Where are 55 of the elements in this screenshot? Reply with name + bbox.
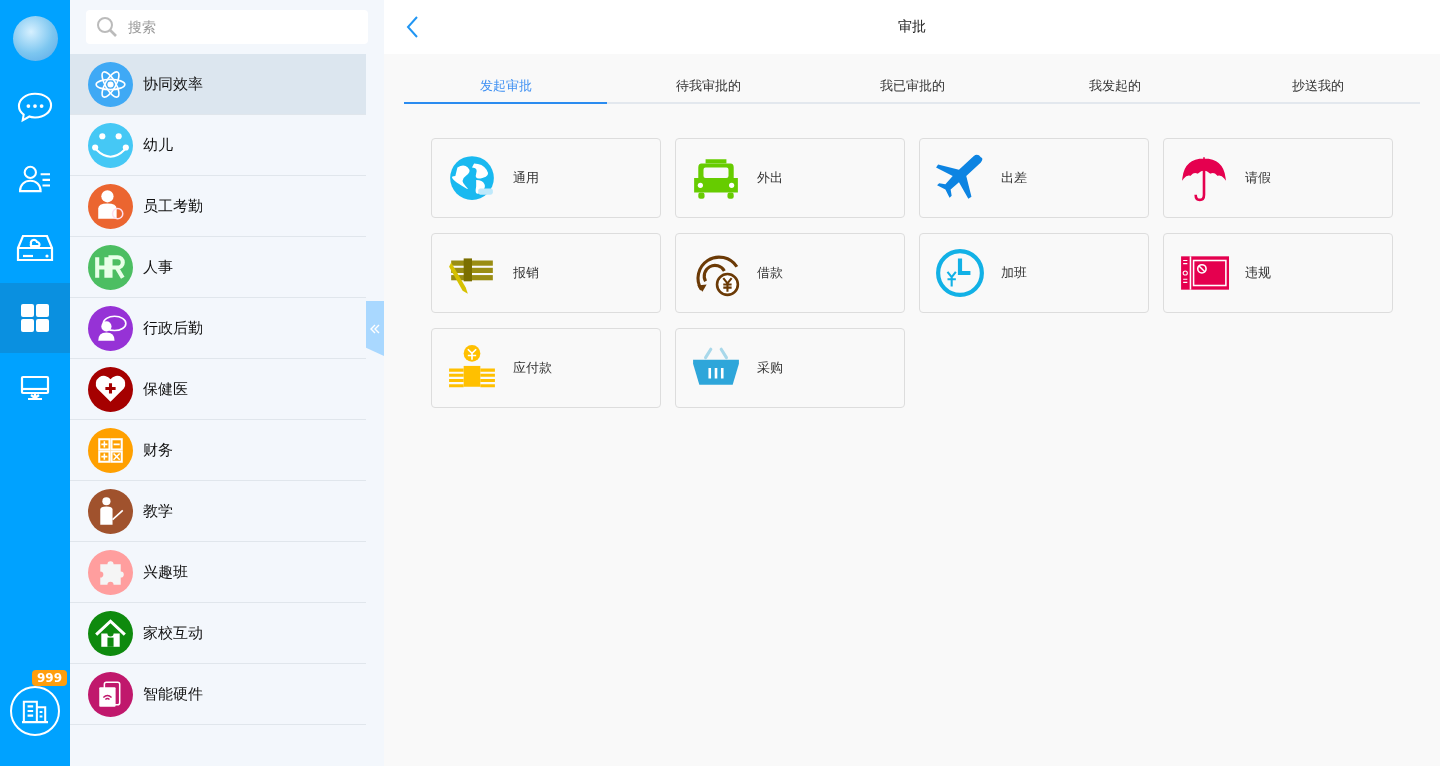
approval-type-card[interactable]: 通用 xyxy=(431,138,661,218)
category-label: 员工考勤 xyxy=(143,196,203,216)
app-category-item[interactable]: 智能硬件 xyxy=(70,664,366,725)
globe-icon xyxy=(447,153,497,203)
avatar[interactable] xyxy=(12,16,58,61)
app-category-item[interactable]: 兴趣班 xyxy=(70,542,366,603)
rail-nav-button[interactable] xyxy=(0,283,70,353)
approval-type-card[interactable]: 请假 xyxy=(1163,138,1393,218)
category-label: 行政后勤 xyxy=(143,318,203,338)
clock-yen-icon xyxy=(935,248,985,298)
app-category-item[interactable]: 幼儿 xyxy=(70,115,366,176)
app-category-item[interactable]: 协同效率 xyxy=(70,54,366,115)
page-title: 审批 xyxy=(898,18,926,36)
monitor-icon xyxy=(20,375,50,401)
app-category-item[interactable]: 财务 xyxy=(70,420,366,481)
app-category-item[interactable]: 教学 xyxy=(70,481,366,542)
app-grid-icon xyxy=(21,304,49,332)
approval-type-card[interactable]: 加班 xyxy=(919,233,1149,313)
app-category-item[interactable]: 人事 xyxy=(70,237,366,298)
category-label: 兴趣班 xyxy=(143,562,188,582)
back-button[interactable] xyxy=(406,16,418,38)
category-label: 人事 xyxy=(143,257,173,277)
category-label: 协同效率 xyxy=(143,74,203,94)
tab[interactable]: 我发起的 xyxy=(1013,70,1217,104)
app-category-item[interactable]: 家校互动 xyxy=(70,603,366,664)
category-label: 智能硬件 xyxy=(143,684,203,704)
building-icon xyxy=(21,698,49,724)
collapse-button[interactable] xyxy=(366,301,384,356)
approval-type-card[interactable]: 违规 xyxy=(1163,233,1393,313)
category-label: 财务 xyxy=(143,440,173,460)
tab[interactable]: 我已审批的 xyxy=(810,70,1014,104)
tab[interactable]: 待我审批的 xyxy=(607,70,811,104)
approval-type-card[interactable]: 出差 xyxy=(919,138,1149,218)
app-category-item[interactable]: 员工考勤 xyxy=(70,176,366,237)
search-input[interactable]: 搜索 xyxy=(126,18,358,36)
category-label: 家校互动 xyxy=(143,623,203,643)
search-bar[interactable]: 搜索 xyxy=(86,10,368,44)
approval-type-card[interactable]: 采购 xyxy=(675,328,905,408)
category-label: 幼儿 xyxy=(143,135,173,155)
double-chevron-icon xyxy=(369,322,381,335)
back-chevron-icon xyxy=(406,16,418,38)
category-label: 教学 xyxy=(143,501,173,521)
category-label: 保健医 xyxy=(143,379,188,399)
count-badge: 999 xyxy=(31,670,67,686)
approval-type-card[interactable]: 应付款 xyxy=(431,328,661,408)
approval-type-card[interactable]: 借款 xyxy=(675,233,905,313)
cloud-drive-icon xyxy=(16,233,54,263)
approval-type-card[interactable]: 报销 xyxy=(431,233,661,313)
app-category-item[interactable]: 保健医 xyxy=(70,359,366,420)
app-category-item[interactable]: 行政后勤 xyxy=(70,298,366,359)
search-icon xyxy=(96,16,118,38)
tab[interactable]: 抄送我的 xyxy=(1216,70,1420,104)
approval-type-card[interactable]: 外出 xyxy=(675,138,905,218)
chat-bubble-icon xyxy=(16,91,54,125)
contacts-icon xyxy=(17,163,53,193)
